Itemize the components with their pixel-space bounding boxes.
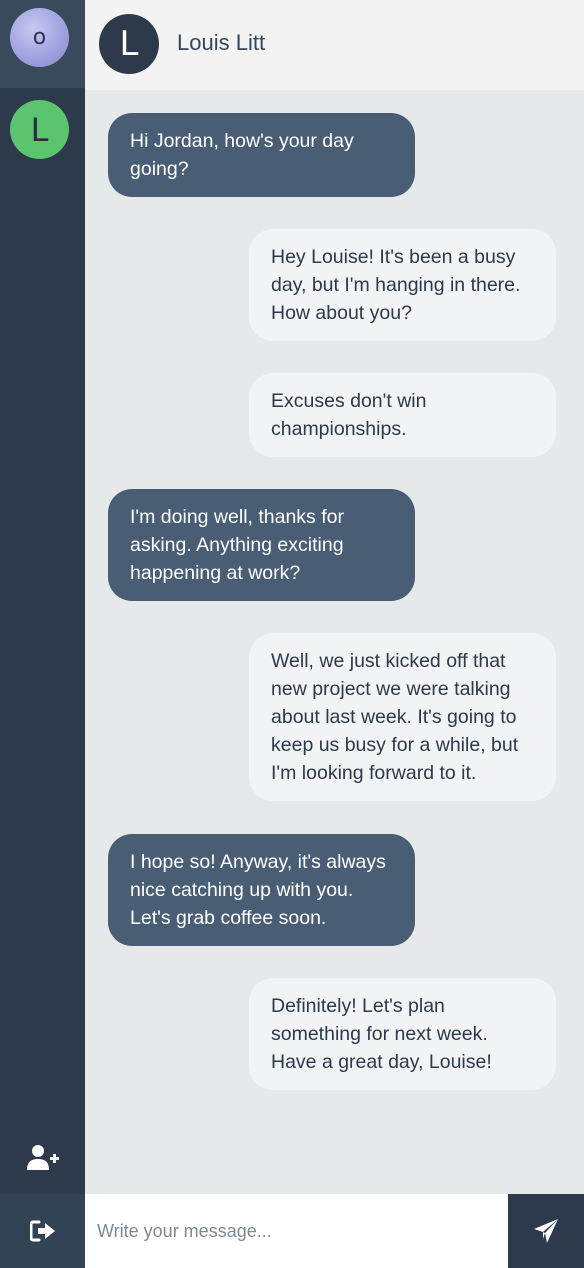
contact-avatar-initial: L bbox=[119, 24, 139, 64]
outgoing-message: Hey Louise! It's been a busy day, but I'… bbox=[249, 229, 556, 341]
incoming-message: I'm doing well, thanks for asking. Anyth… bbox=[108, 489, 415, 601]
user-plus-icon bbox=[26, 1145, 59, 1170]
chat-header: L Louis Litt bbox=[85, 0, 584, 90]
message-input[interactable] bbox=[97, 1214, 497, 1248]
sign-out-icon bbox=[29, 1220, 55, 1242]
incoming-message: Hi Jordan, how's your day going? bbox=[108, 113, 415, 197]
outgoing-message: Excuses don't win championships. bbox=[249, 373, 556, 457]
sidebar: o L bbox=[0, 0, 85, 1268]
add-contact-button[interactable] bbox=[0, 1122, 85, 1194]
contact-avatar-o[interactable]: o bbox=[10, 8, 69, 67]
contact-avatar-initial: L bbox=[30, 110, 49, 149]
contact-avatar: L bbox=[99, 14, 159, 74]
contact-name: Louis Litt bbox=[177, 30, 266, 55]
contact-avatar-l[interactable]: L bbox=[10, 100, 69, 159]
outgoing-message: Well, we just kicked off that new projec… bbox=[249, 633, 556, 801]
paper-plane-icon bbox=[534, 1219, 558, 1243]
contact-avatar-initial: o bbox=[32, 25, 47, 50]
outgoing-message: Definitely! Let's plan something for nex… bbox=[249, 978, 556, 1090]
message-composer bbox=[85, 1194, 508, 1268]
incoming-message: I hope so! Anyway, it's always nice catc… bbox=[108, 834, 415, 946]
send-button[interactable] bbox=[508, 1194, 584, 1268]
logout-button[interactable] bbox=[0, 1194, 85, 1268]
